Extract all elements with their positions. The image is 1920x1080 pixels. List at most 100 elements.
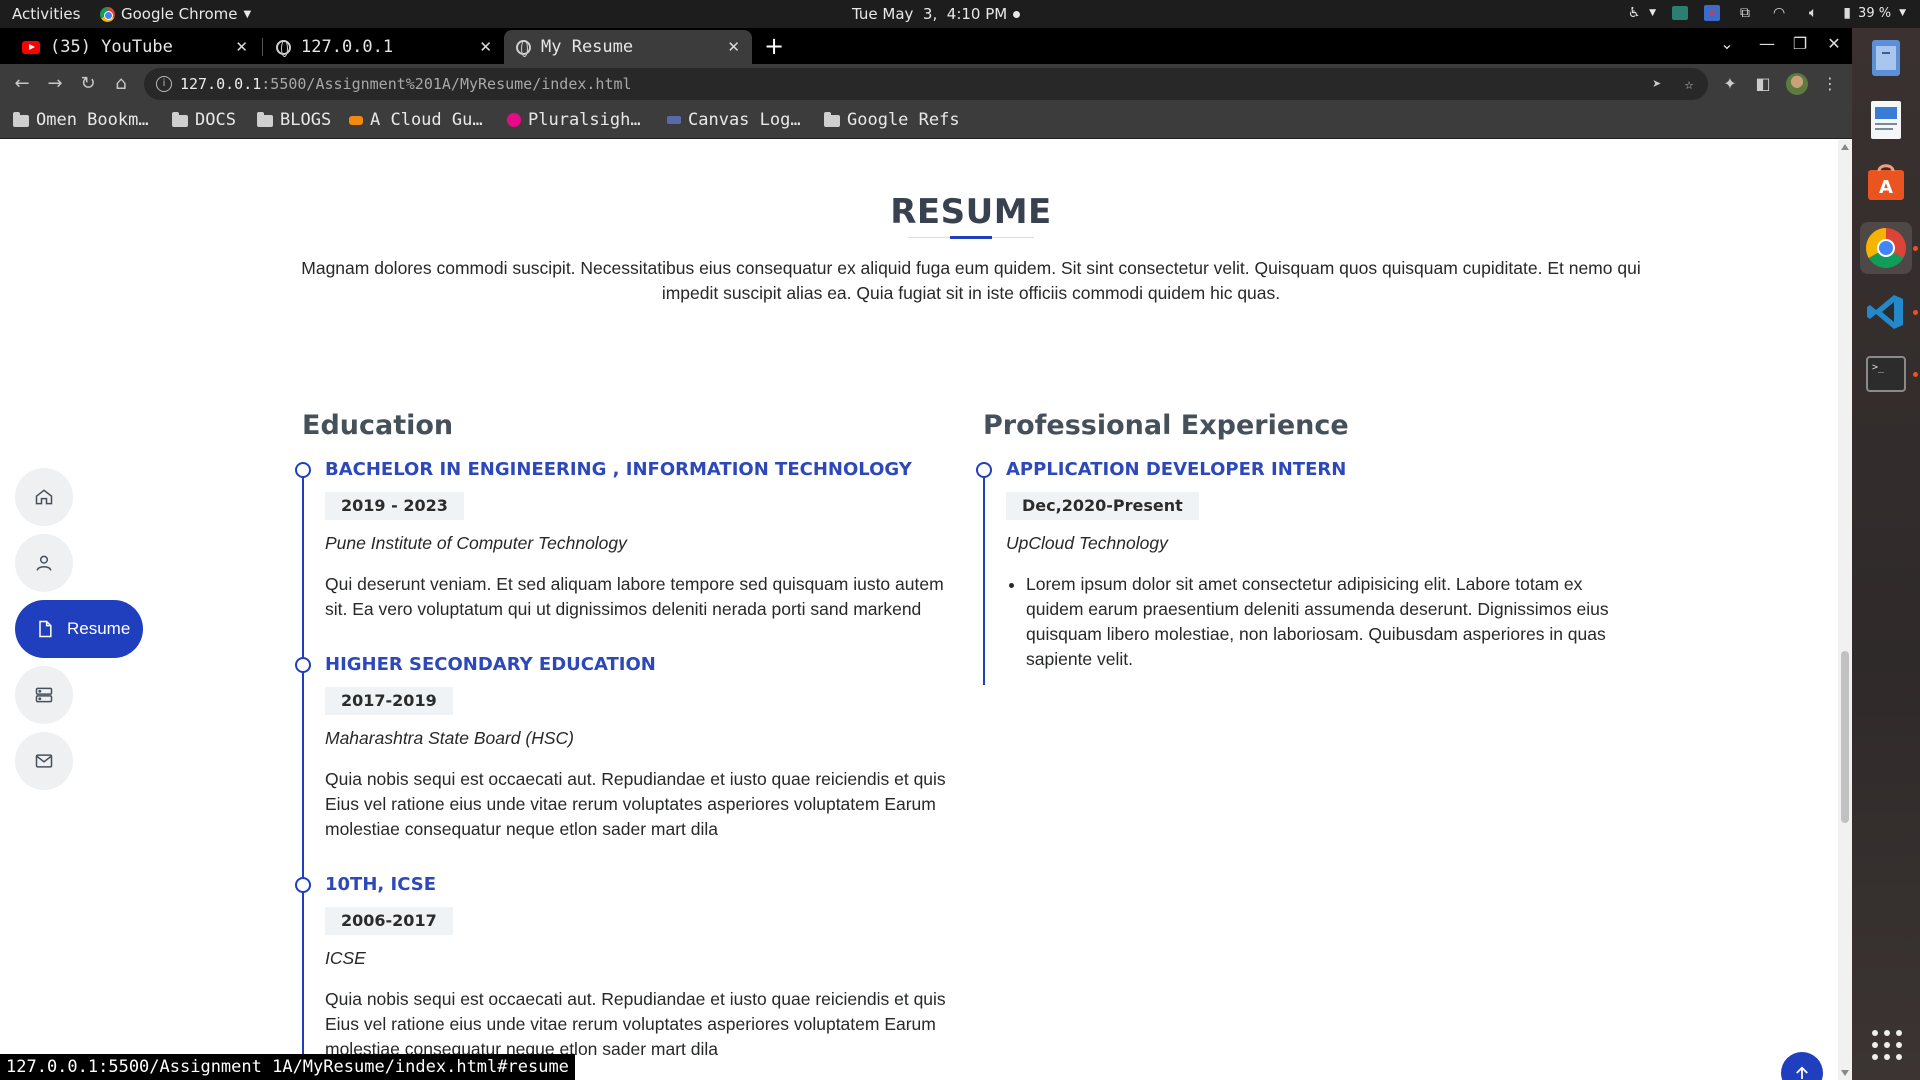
experience-item-bullets: Lorem ipsum dolor sit amet consectetur a…: [1006, 572, 1628, 672]
files-app-icon[interactable]: [1860, 32, 1912, 84]
software-store-app-icon[interactable]: A: [1860, 156, 1912, 208]
wifi-icon[interactable]: ◠: [1770, 4, 1788, 22]
battery-percentage: 39 %: [1858, 5, 1892, 21]
bookmark-label: BLOGS: [280, 110, 332, 130]
forward-icon[interactable]: →: [43, 72, 67, 96]
nav-about-button[interactable]: [15, 534, 73, 592]
profile-avatar[interactable]: [1786, 73, 1808, 95]
running-indicator: [1913, 310, 1918, 315]
education-item-institution: ICSE: [325, 948, 366, 968]
experience-heading: Professional Experience: [983, 410, 1349, 441]
vscode-app-icon[interactable]: [1860, 286, 1918, 338]
battery-icon[interactable]: ▮: [1838, 4, 1856, 22]
education-item-institution: Maharashtra State Board (HSC): [325, 728, 574, 748]
nav-resume-label: Resume: [67, 619, 131, 638]
education-item-description: Quia nobis sequi est occaecati aut. Repu…: [325, 769, 946, 839]
back-to-top-button[interactable]: [1781, 1052, 1823, 1080]
activities-button[interactable]: Activities: [12, 5, 80, 23]
svg-text:>_: >_: [1872, 362, 1885, 373]
section-title: RESUME: [890, 192, 1052, 232]
running-indicator: [1913, 372, 1918, 377]
close-icon[interactable]: ✕: [479, 38, 492, 56]
bookmark-canvas[interactable]: Canvas Log…: [667, 110, 801, 130]
bookmark-star-icon[interactable]: ☆: [1678, 73, 1700, 95]
screenshot-icon[interactable]: ⧉: [1736, 4, 1754, 22]
education-item-title: 10TH, ICSE: [325, 874, 436, 895]
nav-resume-button[interactable]: Resume: [15, 600, 143, 658]
reload-icon[interactable]: ↻: [76, 72, 100, 96]
clock[interactable]: Tue May 3, 4:10 PM: [852, 5, 1021, 23]
running-indicator: [1913, 246, 1918, 251]
page-scrollbar[interactable]: [1838, 140, 1852, 1080]
tab-youtube[interactable]: (35) YouTube ✕: [10, 30, 260, 64]
section-intro: Magnam dolores commodi suscipit. Necessi…: [301, 258, 1641, 303]
close-window-icon[interactable]: ✕: [1823, 34, 1845, 53]
education-item-description: Qui deserunt veniam. Et sed aliquam labo…: [325, 574, 944, 619]
chevron-down-icon[interactable]: ▼: [1899, 8, 1906, 18]
chevron-down-icon: ▼: [243, 8, 252, 20]
bookmark-label: Pluralsigh…: [528, 110, 641, 130]
bookmark-pluralsight[interactable]: Pluralsigh…: [507, 110, 641, 130]
experience-item-title: APPLICATION DEVELOPER INTERN: [1006, 459, 1347, 480]
close-icon[interactable]: ✕: [727, 38, 740, 56]
tab-title: (35) YouTube: [50, 37, 173, 57]
accessibility-icon[interactable]: ♿: [1625, 4, 1643, 22]
scroll-down-arrow-icon[interactable]: [1841, 1070, 1849, 1076]
browser-window: (35) YouTube ✕ 127.0.0.1 ✕ My Resume ✕ +…: [0, 28, 1852, 1080]
close-icon[interactable]: ✕: [235, 38, 248, 56]
tab-search-icon[interactable]: ⌄: [1716, 34, 1738, 53]
volume-icon[interactable]: 🔈︎: [1804, 4, 1822, 22]
home-icon: [35, 489, 53, 505]
bookmark-label: Canvas Log…: [688, 110, 801, 130]
file-icon: [39, 620, 52, 638]
site-info-icon[interactable]: i: [156, 76, 172, 92]
extensions-icon[interactable]: ✦: [1718, 72, 1742, 96]
side-panel-icon[interactable]: ◧: [1751, 72, 1775, 96]
server-icon: [35, 687, 53, 703]
chrome-app-icon[interactable]: [1860, 222, 1918, 274]
experience-item-company: UpCloud Technology: [1006, 533, 1168, 553]
text-editor-app-icon[interactable]: [1860, 94, 1912, 146]
scrollbar-thumb[interactable]: [1841, 651, 1849, 823]
new-tab-button[interactable]: +: [760, 32, 788, 60]
bookmark-label: DOCS: [195, 110, 236, 130]
bookmark-google-refs[interactable]: Google Refs: [824, 110, 960, 130]
bookmark-label: Google Refs: [847, 110, 960, 130]
app-menu[interactable]: Google Chrome ▼: [100, 5, 251, 23]
bookmark-omen[interactable]: Omen Bookm…: [13, 110, 149, 130]
education-item-title: BACHELOR IN ENGINEERING , INFORMATION TE…: [325, 459, 912, 480]
education-item-date: 2017-2019: [325, 687, 453, 715]
app-indicator-icon[interactable]: ✕: [1704, 5, 1721, 21]
system-tray: ♿ ▼ ✕ ⧉ ◠ 🔈︎ ▮ 39 % ▼: [1625, 4, 1906, 22]
address-bar[interactable]: i 127.0.0.1:5500/Assignment%201A/MyResum…: [144, 68, 1708, 100]
tab-my-resume[interactable]: My Resume ✕: [504, 30, 752, 64]
envelope-icon: [35, 754, 53, 768]
bookmark-blogs[interactable]: BLOGS: [257, 110, 331, 130]
tab-localhost[interactable]: 127.0.0.1 ✕: [264, 30, 504, 64]
menu-icon[interactable]: ⋮: [1818, 72, 1842, 96]
bookmarks-bar: Omen Bookm… DOCS BLOGS A Cloud Gu… Plura…: [0, 104, 1852, 139]
restore-icon[interactable]: ❐: [1789, 34, 1811, 53]
education-item-description: Quia nobis sequi est occaecati aut. Repu…: [325, 989, 946, 1059]
timeline-dot: [295, 877, 311, 893]
terminal-app-icon[interactable]: >_: [1860, 348, 1918, 400]
show-applications-icon[interactable]: [1872, 1030, 1902, 1060]
home-button-icon[interactable]: ⌂: [109, 72, 133, 96]
screen-share-icon[interactable]: [1672, 6, 1689, 20]
back-icon[interactable]: ←: [10, 72, 34, 96]
bookmark-docs[interactable]: DOCS: [172, 110, 236, 130]
page-viewport[interactable]: Resume RESUME Magnam dolores commodi sus…: [0, 140, 1852, 1080]
url-text[interactable]: 127.0.0.1:5500/Assignment%201A/MyResume/…: [180, 75, 632, 93]
minimize-icon[interactable]: —: [1756, 34, 1778, 53]
nav-contact-button[interactable]: [15, 732, 73, 790]
scroll-up-arrow-icon[interactable]: [1841, 144, 1849, 150]
bookmark-acloudguru[interactable]: A Cloud Gu…: [349, 110, 483, 130]
globe-icon: [276, 39, 291, 57]
nav-services-button[interactable]: [15, 666, 73, 724]
experience-timeline: [983, 470, 985, 685]
clock-text: Tue May 3, 4:10 PM: [852, 5, 1008, 23]
nav-home-button[interactable]: [15, 468, 73, 526]
send-icon[interactable]: ➤: [1646, 73, 1668, 95]
folder-icon: [257, 112, 273, 127]
browser-toolbar: ← → ↻ ⌂ i 127.0.0.1:5500/Assignment%201A…: [0, 64, 1852, 104]
